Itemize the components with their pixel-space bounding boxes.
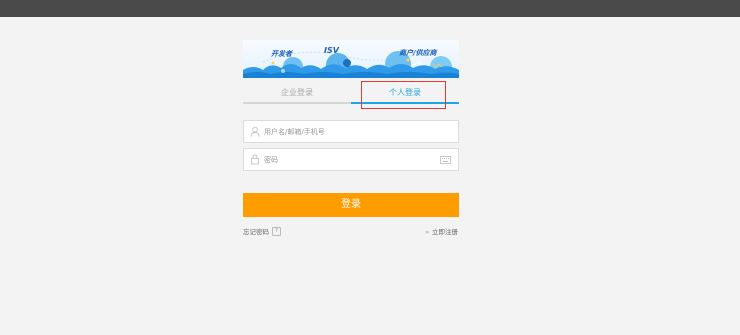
lock-icon	[251, 154, 259, 165]
help-icon[interactable]: ?	[272, 226, 281, 236]
cloud-illustration	[243, 40, 459, 78]
forgot-password-label: 忘记密码	[243, 228, 269, 236]
login-banner: 开发者 ISV 商户/供应商	[243, 40, 459, 78]
banner-label-merchant: 商户/供应商	[399, 49, 437, 57]
banner-label-developer: 开发者	[271, 50, 292, 58]
register-link[interactable]: » 立即注册	[425, 226, 458, 236]
register-label: 立即注册	[431, 228, 458, 236]
tab-company-login[interactable]: 企业登录	[243, 85, 351, 101]
window-top-bar	[0, 0, 740, 17]
highlight-box	[361, 81, 446, 109]
login-button[interactable]: 登录	[243, 193, 459, 217]
banner-label-isv: ISV	[324, 46, 339, 55]
username-field	[243, 120, 459, 143]
arrow-right-icon: »	[425, 228, 429, 236]
username-input[interactable]	[264, 121, 434, 142]
forgot-password-link[interactable]: 忘记密码 ?	[243, 226, 281, 236]
keyboard-icon[interactable]	[440, 156, 451, 164]
password-field	[243, 148, 459, 171]
user-icon	[250, 126, 260, 137]
password-input[interactable]	[264, 149, 434, 170]
